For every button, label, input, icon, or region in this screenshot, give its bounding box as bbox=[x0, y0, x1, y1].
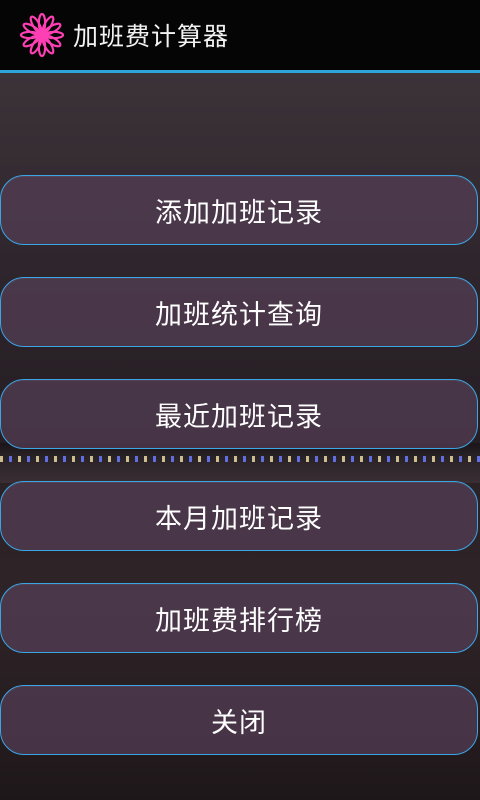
recent-overtime-records-button[interactable]: 最近加班记录 bbox=[0, 379, 478, 449]
main-menu: 添加加班记录 加班统计查询 最近加班记录 本月加班记录 加班费排行榜 关闭 bbox=[0, 0, 480, 800]
overtime-pay-ranking-button[interactable]: 加班费排行榜 bbox=[0, 583, 478, 653]
this-month-overtime-records-button[interactable]: 本月加班记录 bbox=[0, 481, 478, 551]
overtime-statistics-query-button[interactable]: 加班统计查询 bbox=[0, 277, 478, 347]
add-overtime-record-button[interactable]: 添加加班记录 bbox=[0, 175, 478, 245]
app-screen: 加班费计算器 添加加班记录 加班统计查询 最近加班记录 本月加班记录 加班费排行… bbox=[0, 0, 480, 800]
close-button[interactable]: 关闭 bbox=[0, 685, 478, 755]
